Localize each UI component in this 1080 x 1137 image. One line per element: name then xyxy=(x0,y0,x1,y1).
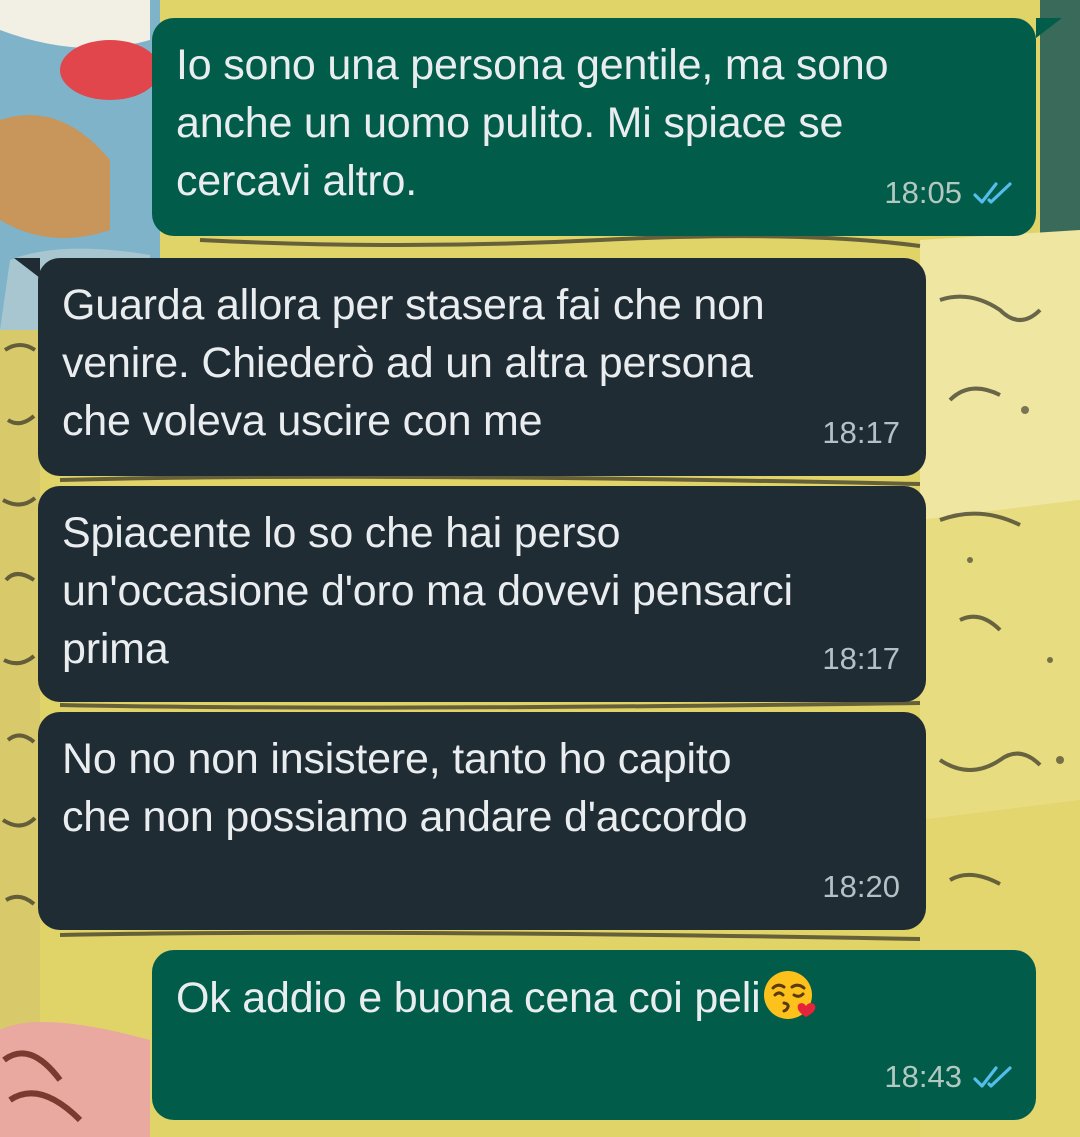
message-meta: 18:17 xyxy=(822,404,900,462)
message-time: 18:05 xyxy=(884,175,962,210)
bubble-tail xyxy=(14,258,40,278)
message-text: Guarda allora per stasera fai che non ve… xyxy=(62,281,765,445)
message-time: 18:17 xyxy=(822,415,900,450)
face-blowing-a-kiss-icon xyxy=(764,971,816,1019)
double-check-read-icon xyxy=(973,1066,1012,1088)
incoming-message[interactable]: Guarda allora per stasera fai che non ve… xyxy=(38,258,926,476)
message-meta: 18:17 xyxy=(822,630,900,688)
outgoing-message[interactable]: Ok addio e buona cena coi peli 18:43 xyxy=(152,950,1036,1120)
message-time: 18:17 xyxy=(822,641,900,676)
message-text: No no non insistere, tanto ho capito che… xyxy=(62,735,748,841)
message-meta: 18:20 xyxy=(822,858,900,916)
message-time: 18:43 xyxy=(884,1059,962,1094)
message-text: Ok addio e buona cena coi peli xyxy=(176,974,761,1022)
message-time: 18:20 xyxy=(822,869,900,904)
message-text-row: Ok addio e buona cena coi peli xyxy=(176,968,1012,1027)
double-check-read-icon xyxy=(973,182,1012,204)
bubble-tail xyxy=(1036,18,1062,38)
message-meta: 18:05 xyxy=(884,164,1016,222)
message-list[interactable]: Io sono una persona gentile, ma sono anc… xyxy=(0,0,1080,1137)
incoming-message[interactable]: No no non insistere, tanto ho capito che… xyxy=(38,712,926,930)
incoming-message[interactable]: Spiacente lo so che hai perso un'occasio… xyxy=(38,486,926,702)
message-meta: 18:43 xyxy=(884,1048,1016,1106)
message-text: Spiacente lo so che hai perso un'occasio… xyxy=(62,509,793,673)
outgoing-message[interactable]: Io sono una persona gentile, ma sono anc… xyxy=(152,18,1036,236)
